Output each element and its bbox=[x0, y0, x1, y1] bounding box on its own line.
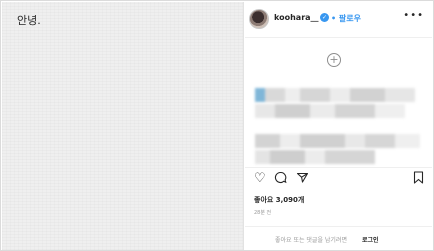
avatar[interactable] bbox=[249, 9, 269, 29]
share-icon[interactable] bbox=[296, 171, 309, 188]
more-options-icon[interactable]: ••• bbox=[403, 10, 424, 21]
post-image: 안녕. bbox=[2, 2, 244, 250]
post-header: koohara__ ✓ • 팔로우 ••• bbox=[245, 2, 432, 38]
username-link[interactable]: koohara__ bbox=[274, 13, 319, 22]
comment-bar: 좋아요 또는 댓글을 남기려면 로그인 bbox=[245, 226, 432, 250]
post-timestamp: 28분 전 bbox=[254, 210, 272, 216]
post-side-panel: koohara__ ✓ • 팔로우 ••• + ♡ 좋아요 3,090개 28분… bbox=[245, 2, 432, 250]
blurred-comment-line bbox=[255, 88, 415, 102]
heart-icon[interactable]: ♡ bbox=[254, 171, 266, 186]
follow-button[interactable]: • 팔로우 bbox=[331, 13, 361, 24]
comment-icon[interactable] bbox=[274, 171, 287, 188]
bookmark-icon[interactable] bbox=[413, 171, 424, 188]
image-caption: 안녕. bbox=[17, 14, 41, 27]
add-icon[interactable]: + bbox=[327, 53, 341, 67]
verified-badge-icon: ✓ bbox=[320, 13, 329, 22]
likes-count[interactable]: 좋아요 3,090개 bbox=[254, 195, 304, 205]
blurred-comment-line bbox=[255, 104, 405, 118]
login-link[interactable]: 로그인 bbox=[362, 235, 379, 244]
blurred-comment-line bbox=[255, 134, 420, 148]
blurred-comment-line bbox=[255, 150, 375, 164]
comment-login-prompt: 좋아요 또는 댓글을 남기려면 bbox=[275, 237, 347, 244]
post-actions-bar: ♡ bbox=[245, 167, 432, 189]
